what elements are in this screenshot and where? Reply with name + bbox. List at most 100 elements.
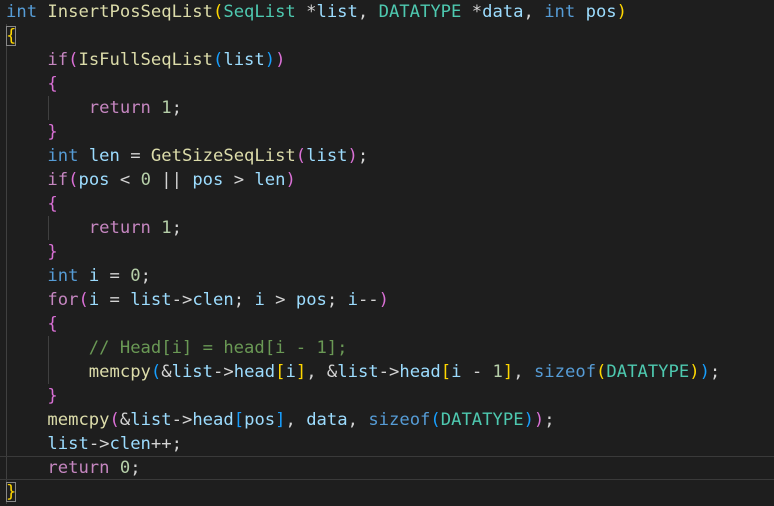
code-line[interactable]: { [0,72,774,96]
code-token: sizeof [533,362,597,382]
code-token: pos [585,2,617,22]
code-token: ( [68,50,79,70]
code-token: int [47,266,79,286]
code-token: { [47,74,58,94]
code-line-current[interactable]: return 0; [0,456,774,480]
code-token: head [233,362,276,382]
code-token: ) [533,410,545,430]
code-token: pos [192,170,224,190]
code-line[interactable]: } [0,384,774,408]
code-line[interactable]: // Head[i] = head[i - 1]; [0,336,774,360]
code-line[interactable]: } [0,240,774,264]
code-token: int [544,2,576,22]
code-token: ) [523,410,534,430]
code-token: ++; [150,434,182,454]
code-token: -> [171,290,193,310]
code-token: return [88,218,151,238]
code-line[interactable]: { [0,312,774,336]
code-token: ( [78,290,89,310]
code-token: , [523,2,545,22]
code-token: -> [213,362,234,382]
code-editor[interactable]: int InsertPosSeqList(SeqList *list, DATA… [0,0,774,506]
code-token: ; [171,98,182,118]
code-token: list [47,434,89,454]
code-token: ( [596,362,607,382]
code-token: -> [88,434,110,454]
code-token: IsFullSeqList [78,50,213,70]
code-token: pos [295,290,327,310]
code-token: ( [212,2,224,22]
code-line[interactable]: } [0,120,774,144]
code-token: { [47,314,58,334]
code-token: i [347,290,358,310]
code-token: > [264,290,296,310]
code-token: ( [150,362,162,382]
code-token: * [295,2,317,22]
code-token: { [47,194,58,214]
code-line[interactable]: int i = 0; [0,264,774,288]
code-token: { [6,26,17,46]
code-token: < [109,170,141,190]
code-line[interactable]: { [0,24,774,48]
code-line[interactable]: { [0,192,774,216]
code-token: , [357,2,379,22]
code-line[interactable]: } [0,480,774,504]
code-token: ( [430,410,441,430]
code-token: InsertPosSeqList [47,2,213,22]
code-line[interactable]: for(i = list->clen; i > pos; i--) [0,288,774,312]
code-token: return [47,458,110,478]
code-line[interactable]: int InsertPosSeqList(SeqList *list, DATA… [0,0,774,24]
code-token: ( [109,410,120,430]
code-token: ( [213,50,224,70]
code-token: ; [130,458,141,478]
code-token: GetSizeSeqList [150,146,296,166]
code-line[interactable]: return 1; [0,96,774,120]
code-token: , [285,410,307,430]
code-token: i [88,266,100,286]
code-token: list [130,290,172,310]
code-token: // Head[i] = head[i - 1]; [88,338,348,358]
code-line[interactable]: memcpy(&list->head[pos], data, sizeof(DA… [0,408,774,432]
code-line[interactable]: return 1; [0,216,774,240]
code-token: = [119,146,151,166]
code-token: DATATYPE [606,362,690,382]
code-token: i [254,290,265,310]
code-token: ) [378,290,390,310]
code-line[interactable]: if(IsFullSeqList(list)) [0,48,774,72]
code-token: DATATYPE [378,2,462,22]
code-token: data [306,410,348,430]
code-token: ; [233,290,255,310]
code-token: ] [502,362,514,382]
code-token: & [161,362,172,382]
code-token: ) [347,146,358,166]
code-token: list [306,146,348,166]
code-token: ; [544,410,555,430]
code-token: * [461,2,483,22]
code-token: memcpy [47,410,110,430]
code-token: [ [440,362,452,382]
code-line[interactable]: memcpy(&list->head[i], &list->head[i - 1… [0,360,774,384]
code-token: > [223,170,255,190]
code-token: = [99,290,131,310]
code-token: list [171,362,214,382]
code-line[interactable]: if(pos < 0 || pos > len) [0,168,774,192]
code-line[interactable]: list->clen++; [0,432,774,456]
code-token: 1 [161,98,172,118]
code-token: [ [233,410,245,430]
code-token: 1 [161,218,172,238]
code-line[interactable]: int len = GetSizeSeqList(list); [0,144,774,168]
code-token: -- [357,290,379,310]
code-token: ( [295,146,307,166]
code-token: 0 [119,458,131,478]
